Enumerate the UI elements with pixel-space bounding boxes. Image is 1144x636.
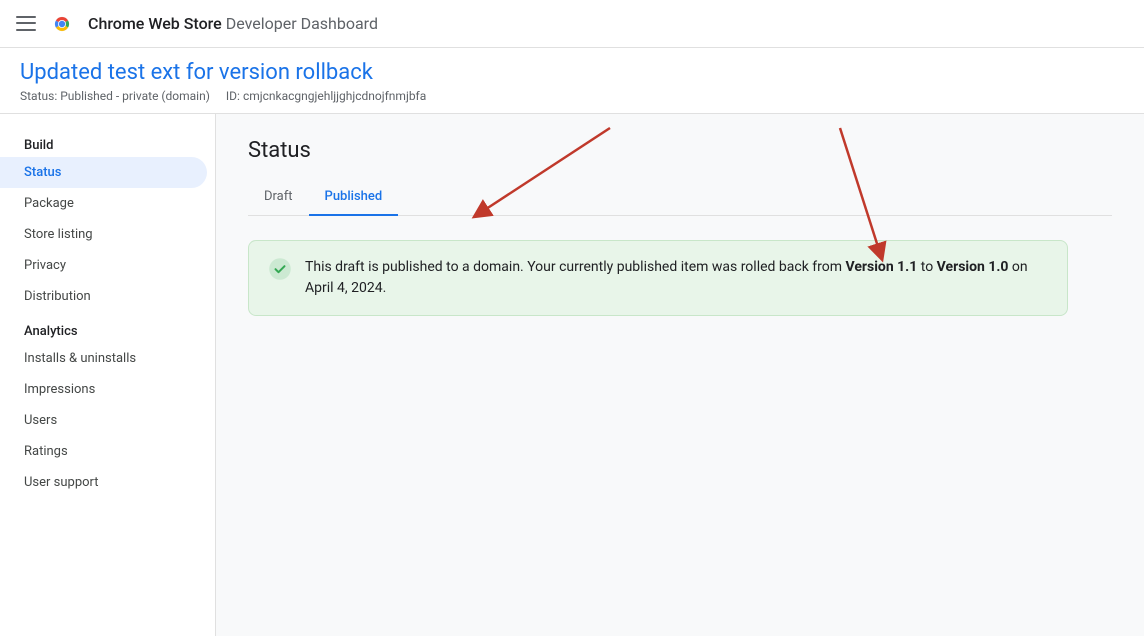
sidebar-item-package-label: Package <box>24 196 74 211</box>
content-title: Status <box>248 138 1112 163</box>
sidebar-item-installs-uninstalls[interactable]: Installs & uninstalls <box>0 343 207 374</box>
sidebar-item-status[interactable]: Status <box>0 157 207 188</box>
sidebar-item-privacy[interactable]: Privacy <box>0 250 207 281</box>
page-meta: Status: Published - private (domain) ID:… <box>20 89 1124 103</box>
sidebar-item-user-support[interactable]: User support <box>0 467 207 498</box>
chrome-logo <box>48 10 76 38</box>
sidebar-item-distribution[interactable]: Distribution <box>0 281 207 312</box>
header-title: Chrome Web Store Developer Dashboard <box>88 14 378 33</box>
id-info: ID: cmjcnkacgngjehljjghjcdnojfnmjbfa <box>226 89 426 103</box>
sidebar-item-impressions-label: Impressions <box>24 382 95 397</box>
page-title: Updated test ext for version rollback <box>20 60 1124 85</box>
status-message-text: This draft is published to a domain. You… <box>305 257 1047 299</box>
status-text-plain: This draft is published to a domain. You… <box>305 259 845 275</box>
tab-draft[interactable]: Draft <box>248 179 309 216</box>
sidebar-item-package[interactable]: Package <box>0 188 207 219</box>
sidebar-item-privacy-label: Privacy <box>24 258 66 273</box>
status-version-from: Version 1.1 <box>845 259 917 275</box>
sidebar-analytics-label: Analytics <box>0 312 215 343</box>
sidebar-item-users-label: Users <box>24 413 57 428</box>
tab-draft-label: Draft <box>264 189 293 204</box>
sidebar-item-distribution-label: Distribution <box>24 289 91 304</box>
status-tabs: Draft Published <box>248 179 1112 216</box>
content-area: Status Draft Published This draft is pub… <box>216 114 1144 636</box>
status-version-to: Version 1.0 <box>937 259 1009 275</box>
sidebar-build-label: Build <box>0 130 215 157</box>
sidebar-item-users[interactable]: Users <box>0 405 207 436</box>
status-info: Status: Published - private (domain) <box>20 89 210 103</box>
sidebar-item-store-listing[interactable]: Store listing <box>0 219 207 250</box>
page-header: Updated test ext for version rollback St… <box>0 48 1144 114</box>
sidebar-item-ratings[interactable]: Ratings <box>0 436 207 467</box>
status-message-box: This draft is published to a domain. You… <box>248 240 1068 316</box>
sidebar: Build Status Package Store listing Priva… <box>0 114 216 636</box>
main-layout: Build Status Package Store listing Priva… <box>0 114 1144 636</box>
sidebar-item-user-support-label: User support <box>24 475 99 490</box>
top-bar: Chrome Web Store Developer Dashboard <box>0 0 1144 48</box>
success-icon <box>269 258 291 280</box>
tab-published-label: Published <box>325 189 383 204</box>
sidebar-item-ratings-label: Ratings <box>24 444 68 459</box>
sidebar-item-impressions[interactable]: Impressions <box>0 374 207 405</box>
sidebar-item-installs-label: Installs & uninstalls <box>24 351 136 366</box>
sidebar-item-store-listing-label: Store listing <box>24 227 93 242</box>
sidebar-item-status-label: Status <box>24 165 61 180</box>
menu-icon[interactable] <box>16 14 36 34</box>
status-text-mid: to <box>917 259 936 275</box>
tab-published[interactable]: Published <box>309 179 399 216</box>
